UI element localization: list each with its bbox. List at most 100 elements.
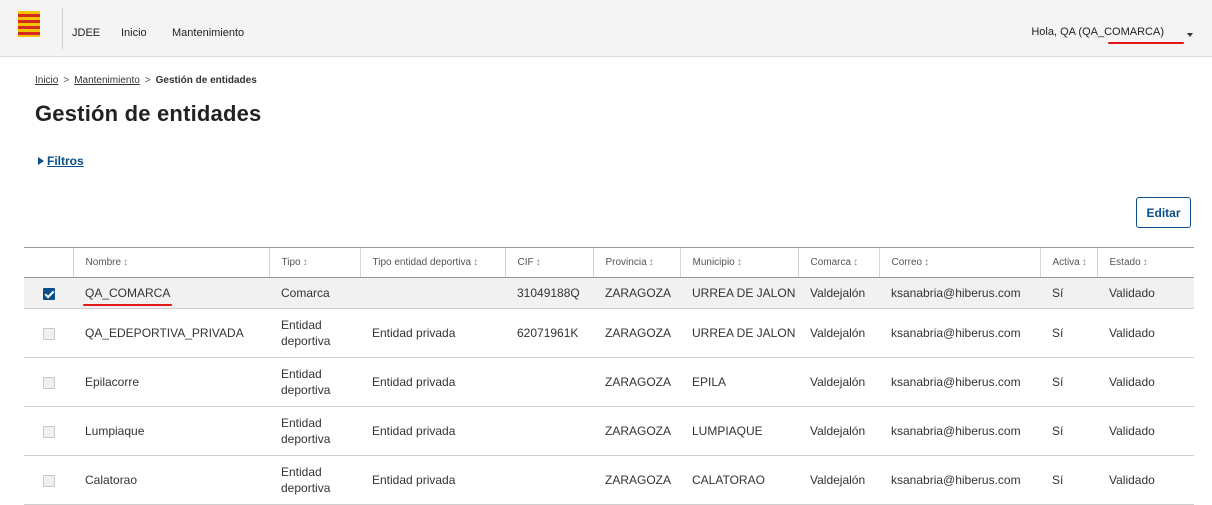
row-checkbox[interactable] — [42, 425, 55, 438]
cell-nombre: Calatorao — [73, 455, 269, 505]
header-select — [24, 247, 73, 278]
greeting-suffix: ) — [1160, 26, 1164, 38]
header-comarca[interactable]: Comarca ↕ — [797, 247, 879, 278]
edit-button[interactable]: Editar — [1136, 197, 1191, 228]
header-nombre[interactable]: Nombre ↕ — [72, 247, 269, 278]
cell-provincia: ZARAGOZA — [593, 406, 680, 456]
cell-activa: Sí — [1040, 308, 1097, 358]
breadcrumb-inicio[interactable]: Inicio — [35, 75, 58, 86]
nav-inicio[interactable]: Inicio — [121, 27, 147, 39]
sort-icon[interactable]: ↕ — [737, 257, 742, 268]
sort-icon[interactable]: ↕ — [536, 257, 541, 268]
cell-correo: ksanabria@hiberus.com — [879, 277, 1040, 309]
cell-cif — [505, 406, 593, 456]
entities-table: Nombre ↕ Tipo ↕ Tipo entidad deportiva ↕ CI… — [24, 247, 1194, 505]
breadcrumb-current: Gestión de entidades — [155, 75, 257, 86]
header-tipo-entidad-deportiva[interactable]: Tipo entidad deportiva ↕ — [359, 247, 505, 278]
cell-activa: Sí — [1040, 455, 1097, 505]
cell-activa: Sí — [1040, 406, 1097, 456]
cell-comarca: Valdejalón — [798, 308, 879, 358]
cell-tipo-deportiva: Entidad privada — [360, 308, 505, 358]
cell-provincia: ZARAGOZA — [593, 357, 680, 407]
cell-provincia: ZARAGOZA — [593, 308, 680, 358]
cell-correo: ksanabria@hiberus.com — [879, 357, 1040, 407]
cell-tipo: Entidad deportiva — [269, 357, 360, 407]
cell-correo: ksanabria@hiberus.com — [879, 455, 1040, 505]
row-select-cell — [24, 308, 73, 358]
row-select-cell — [24, 455, 73, 505]
filters-toggle[interactable]: Filtros — [38, 154, 84, 168]
header-cif[interactable]: CIF ↕ — [504, 247, 593, 278]
caret-right-icon — [38, 157, 44, 165]
cell-tipo: Entidad deportiva — [269, 308, 360, 358]
sort-icon[interactable]: ↕ — [303, 257, 308, 268]
header-correo[interactable]: Correo ↕ — [878, 247, 1040, 278]
header-activa[interactable]: Activa ↕ — [1039, 247, 1097, 278]
header-divider — [62, 8, 63, 49]
cell-estado: Validado — [1097, 308, 1194, 358]
cell-tipo: Comarca — [269, 277, 360, 309]
user-code: QA_COMARCA — [1082, 26, 1161, 38]
cell-nombre: Epilacorre — [73, 357, 269, 407]
aragon-logo-icon[interactable] — [18, 11, 40, 37]
cell-nombre: QA_COMARCA — [73, 277, 269, 309]
cell-cif: 62071961K — [505, 308, 593, 358]
sort-icon[interactable]: ↕ — [853, 257, 858, 268]
user-menu[interactable]: Hola, QA (QA_COMARCA) — [1031, 26, 1164, 38]
cell-tipo: Entidad deportiva — [269, 455, 360, 505]
header-estado[interactable]: Estado ↕ — [1096, 247, 1194, 278]
chevron-down-icon[interactable] — [1187, 33, 1193, 37]
row-checkbox[interactable] — [42, 474, 55, 487]
cell-tipo-deportiva — [360, 277, 505, 309]
cell-cif: 31049188Q — [505, 277, 593, 309]
cell-comarca: Valdejalón — [798, 406, 879, 456]
sort-icon[interactable]: ↕ — [924, 257, 929, 268]
row-select-cell — [24, 406, 73, 456]
cell-nombre: Lumpiaque — [73, 406, 269, 456]
cell-municipio: LUMPIAQUE — [680, 406, 798, 456]
cell-municipio: EPILA — [680, 357, 798, 407]
cell-estado: Validado — [1097, 277, 1194, 309]
cell-tipo-deportiva: Entidad privada — [360, 406, 505, 456]
row-select-cell — [24, 357, 73, 407]
table-row[interactable]: Epilacorre Entidad deportiva Entidad pri… — [24, 357, 1194, 407]
filters-label: Filtros — [47, 154, 84, 168]
row-select-cell — [24, 277, 73, 309]
breadcrumb-mantenimiento[interactable]: Mantenimiento — [74, 75, 140, 86]
nav-mantenimiento[interactable]: Mantenimiento — [172, 27, 244, 39]
header-tipo[interactable]: Tipo ↕ — [268, 247, 360, 278]
table-row[interactable]: Calatorao Entidad deportiva Entidad priv… — [24, 455, 1194, 505]
cell-provincia: ZARAGOZA — [593, 277, 680, 309]
cell-correo: ksanabria@hiberus.com — [879, 406, 1040, 456]
cell-comarca: Valdejalón — [798, 357, 879, 407]
cell-tipo-deportiva: Entidad privada — [360, 455, 505, 505]
cell-comarca: Valdejalón — [798, 455, 879, 505]
row-checkbox[interactable] — [42, 327, 55, 340]
header-provincia[interactable]: Provincia ↕ — [592, 247, 680, 278]
cell-nombre: QA_EDEPORTIVA_PRIVADA — [73, 308, 269, 358]
cell-cif — [505, 357, 593, 407]
cell-provincia: ZARAGOZA — [593, 455, 680, 505]
cell-municipio: URREA DE JALON — [680, 277, 798, 309]
table-row[interactable]: QA_COMARCA Comarca 31049188Q ZARAGOZA UR… — [24, 277, 1194, 309]
cell-tipo: Entidad deportiva — [269, 406, 360, 456]
cell-cif — [505, 455, 593, 505]
cell-comarca: Valdejalón — [798, 277, 879, 309]
row-checkbox[interactable] — [42, 287, 55, 300]
row-checkbox[interactable] — [42, 376, 55, 389]
cell-activa: Sí — [1040, 357, 1097, 407]
cell-tipo-deportiva: Entidad privada — [360, 357, 505, 407]
app-name-link[interactable]: JDEE — [72, 27, 100, 39]
table-row[interactable]: Lumpiaque Entidad deportiva Entidad priv… — [24, 406, 1194, 456]
sort-icon[interactable]: ↕ — [649, 257, 654, 268]
sort-icon[interactable]: ↕ — [123, 257, 128, 268]
table-row[interactable]: QA_EDEPORTIVA_PRIVADA Entidad deportiva … — [24, 308, 1194, 358]
breadcrumb-separator: > — [63, 75, 70, 86]
cell-estado: Validado — [1097, 455, 1194, 505]
table-header-row: Nombre ↕ Tipo ↕ Tipo entidad deportiva ↕ CI… — [24, 247, 1194, 278]
header-municipio[interactable]: Municipio ↕ — [679, 247, 798, 278]
sort-icon[interactable]: ↕ — [1082, 257, 1087, 268]
sort-icon[interactable]: ↕ — [1143, 257, 1148, 268]
sort-icon[interactable]: ↕ — [473, 257, 478, 268]
greeting-prefix: Hola, QA ( — [1031, 26, 1083, 38]
